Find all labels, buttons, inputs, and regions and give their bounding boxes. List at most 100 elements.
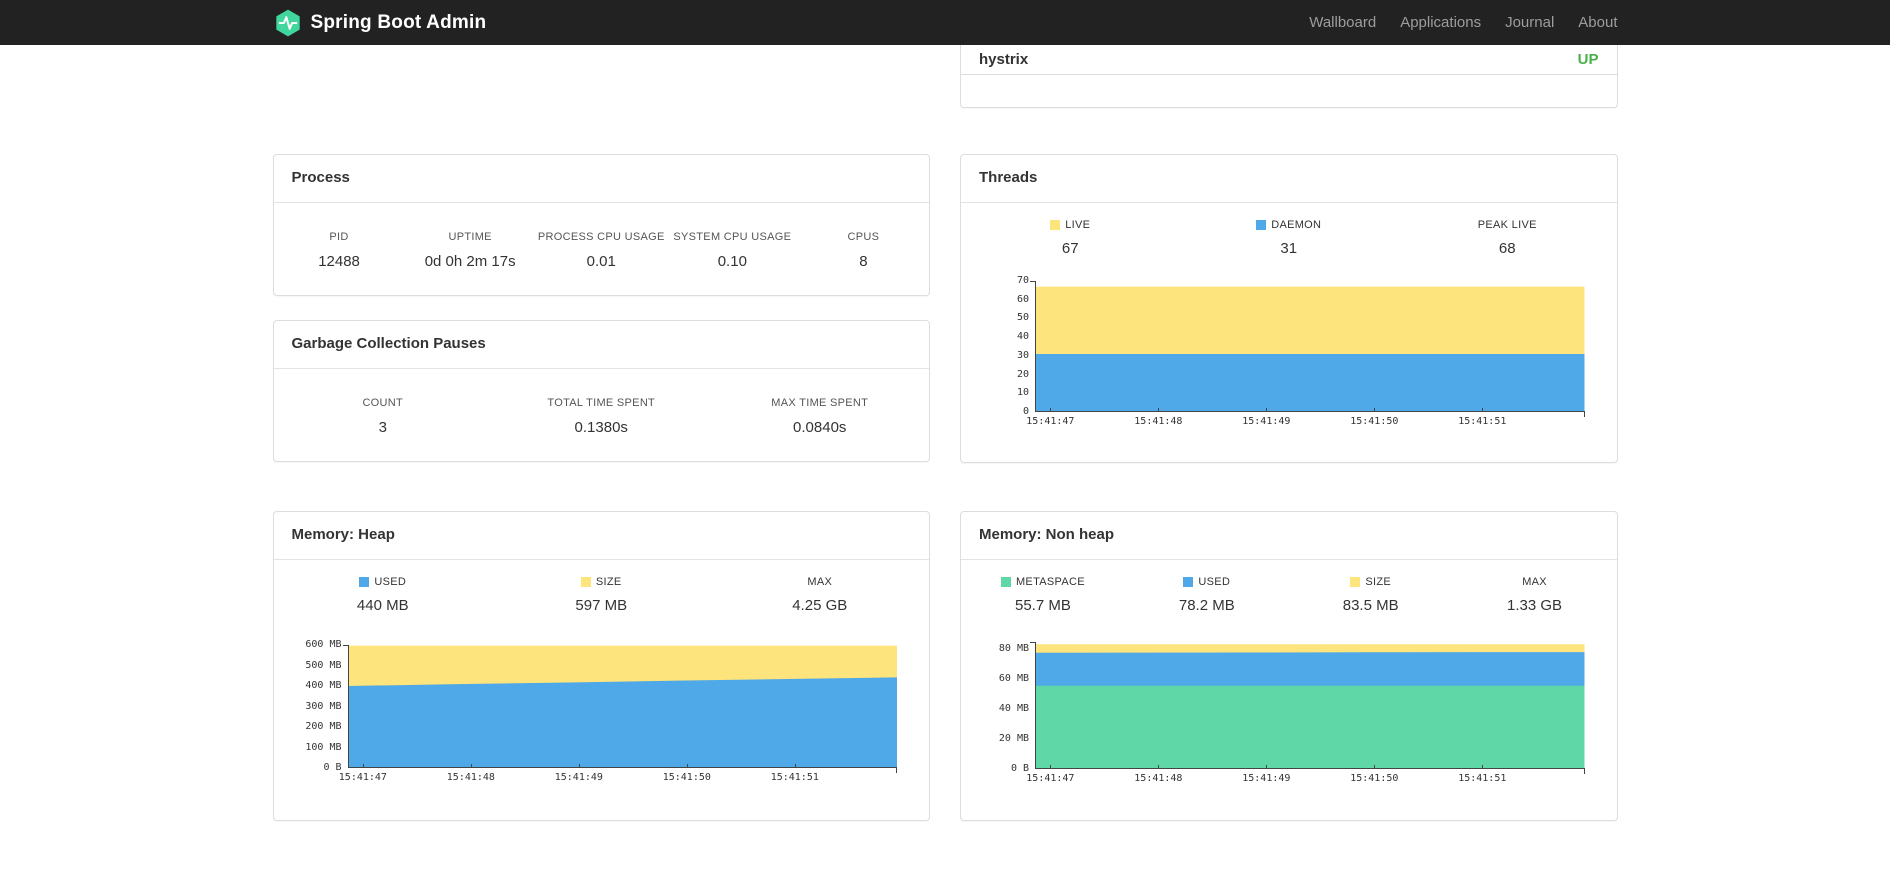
metric-label: TOTAL TIME SPENT (547, 397, 656, 409)
x-axis-tick (470, 764, 472, 768)
legend-value: 31 (1280, 240, 1298, 257)
brand-link[interactable]: Spring Boot Admin (273, 8, 487, 38)
x-axis-label: 15:41:49 (554, 772, 603, 783)
legend-item-max: MAX 1.33 GB (1453, 576, 1617, 614)
memory-nonheap-panel-title: Memory: Non heap (961, 512, 1617, 560)
legend-value: 68 (1498, 240, 1516, 257)
y-axis-end-tick (1030, 281, 1035, 282)
y-axis-label: 70 (1016, 275, 1029, 286)
area-chart-svg (1035, 644, 1585, 769)
nav-item-wallboard[interactable]: Wallboard (1297, 14, 1388, 31)
x-axis-tick (1482, 765, 1484, 769)
y-axis-label: 20 MB (998, 733, 1029, 745)
legend-item-daemon: DAEMON 31 (1180, 219, 1399, 257)
metric-label: SYSTEM CPU USAGE (673, 231, 792, 243)
metric-label: PROCESS CPU USAGE (537, 231, 665, 243)
legend-label: LIVE (1065, 219, 1091, 231)
memory-heap-panel: Memory: Heap USED 440 MB SIZE 597 MB MAX… (272, 511, 930, 821)
x-axis (1035, 768, 1585, 769)
chart-plot: 0 B 20 MB 40 MB 60 MB 80 MB (999, 642, 1585, 774)
legend-label: SIZE (1365, 576, 1392, 588)
right-column: hystrix UP Threads LIVE 67 DAEMON 31 PEA… (945, 45, 1633, 821)
metric-label: MAX TIME SPENT (771, 397, 869, 409)
x-axis-label: 15:41:50 (1350, 416, 1399, 427)
brand-title: Spring Boot Admin (310, 11, 487, 33)
y-axis (347, 645, 349, 768)
process-panel-title: Process (273, 155, 929, 203)
y-axis-label: 30 (1016, 349, 1029, 361)
gc-panel-title: Garbage Collection Pauses (273, 321, 929, 369)
x-axis-tick (362, 764, 364, 768)
process-panel: Process PID 12488 UPTIME 0d 0h 2m 17s PR… (272, 154, 930, 296)
x-axis-label: 15:41:48 (1134, 416, 1183, 427)
health-status-badge: UP (1577, 51, 1599, 68)
legend-value: 67 (1061, 240, 1079, 257)
y-axis-label: 20 (1016, 368, 1029, 380)
legend-swatch (1350, 577, 1361, 587)
y-axis-label: 400 MB (305, 680, 342, 691)
x-axis-label: 15:41:47 (1026, 773, 1075, 784)
y-axis (1035, 642, 1036, 769)
metric-gc-total-time: TOTAL TIME SPENT 0.1380s (492, 397, 711, 436)
y-axis-label: 60 MB (998, 673, 1029, 685)
y-axis-label: 40 MB (998, 703, 1029, 715)
x-axis-tick (1158, 408, 1160, 412)
legend-label: USED (374, 576, 407, 588)
legend-label: PEAK LIVE (1477, 219, 1537, 231)
x-axis-tick (1050, 765, 1052, 769)
threads-panel: Threads LIVE 67 DAEMON 31 PEAK LIVE 68 0… (960, 154, 1618, 463)
legend-swatch (359, 577, 370, 587)
legend-item-max: MAX 4.25 GB (711, 576, 930, 614)
legend-item-live: LIVE 67 (961, 219, 1180, 257)
gc-metrics: COUNT 3 TOTAL TIME SPENT 0.1380s MAX TIM… (274, 369, 930, 436)
x-axis (1035, 411, 1585, 412)
legend-label: MAX (807, 576, 833, 588)
y-axis-label: 100 MB (305, 741, 342, 753)
x-axis-tick (1158, 765, 1160, 769)
x-axis-label: 15:41:51 (770, 772, 819, 783)
legend-swatch (1256, 220, 1267, 230)
x-axis-labels: 15:41:47 15:41:48 15:41:49 15:41:50 15:41:51 (1026, 773, 1585, 789)
x-axis-labels: 15:41:47 15:41:48 15:41:49 15:41:50 15:41:51 (1026, 416, 1585, 432)
health-panel-padding (961, 75, 1617, 107)
metric-value: 0.0840s (793, 419, 847, 436)
legend-label: METASPACE (1015, 576, 1085, 588)
metric-value: 3 (378, 419, 387, 436)
nonheap-legend: METASPACE 55.7 MB USED 78.2 MB SIZE 83.5… (961, 576, 1617, 614)
metric-pid: PID 12488 (274, 231, 405, 270)
threads-body: LIVE 67 DAEMON 31 PEAK LIVE 68 0 10 20 30 40… (961, 203, 1617, 432)
metric-value: 0d 0h 2m 17s (424, 253, 516, 270)
x-axis-tick (578, 764, 580, 768)
health-panel: hystrix UP (960, 45, 1618, 108)
y-axis (1035, 281, 1036, 412)
metric-value: 12488 (318, 253, 360, 270)
nav-item-about[interactable]: About (1566, 14, 1617, 31)
health-row: hystrix UP (961, 45, 1617, 75)
legend-swatch (1183, 577, 1194, 587)
y-axis-label: 60 (1016, 293, 1029, 305)
legend-swatch (580, 577, 591, 587)
x-axis-tick (686, 764, 688, 768)
y-axis-end-tick (342, 645, 348, 646)
health-service-name: hystrix (979, 51, 1029, 68)
legend-item-peak-live: PEAK LIVE 68 (1398, 219, 1617, 257)
y-axis-label: 40 (1016, 331, 1029, 343)
legend-label: DAEMON (1271, 219, 1322, 231)
x-axis-label: 15:41:51 (1458, 773, 1507, 784)
x-axis-label: 15:41:50 (662, 772, 711, 783)
legend-label: SIZE (595, 576, 622, 588)
metric-uptime: UPTIME 0d 0h 2m 17s (405, 231, 536, 270)
nav-item-applications[interactable]: Applications (1388, 14, 1493, 31)
y-axis-label: 50 (1016, 312, 1029, 324)
x-axis-tick (1374, 765, 1376, 769)
nav-item-journal[interactable]: Journal (1493, 14, 1566, 31)
y-axis-label: 80 MB (998, 643, 1029, 655)
x-axis-label: 15:41:47 (338, 772, 387, 783)
metric-value: 0.1380s (574, 419, 628, 436)
memory-heap-body: USED 440 MB SIZE 597 MB MAX 4.25 GB 0 B1… (274, 560, 930, 788)
left-column-spacer (273, 45, 931, 154)
y-axis-label: 500 MB (305, 659, 342, 671)
legend-value: 83.5 MB (1342, 597, 1399, 614)
legend-item-size: SIZE 597 MB (492, 576, 711, 614)
metric-label: COUNT (362, 397, 404, 409)
